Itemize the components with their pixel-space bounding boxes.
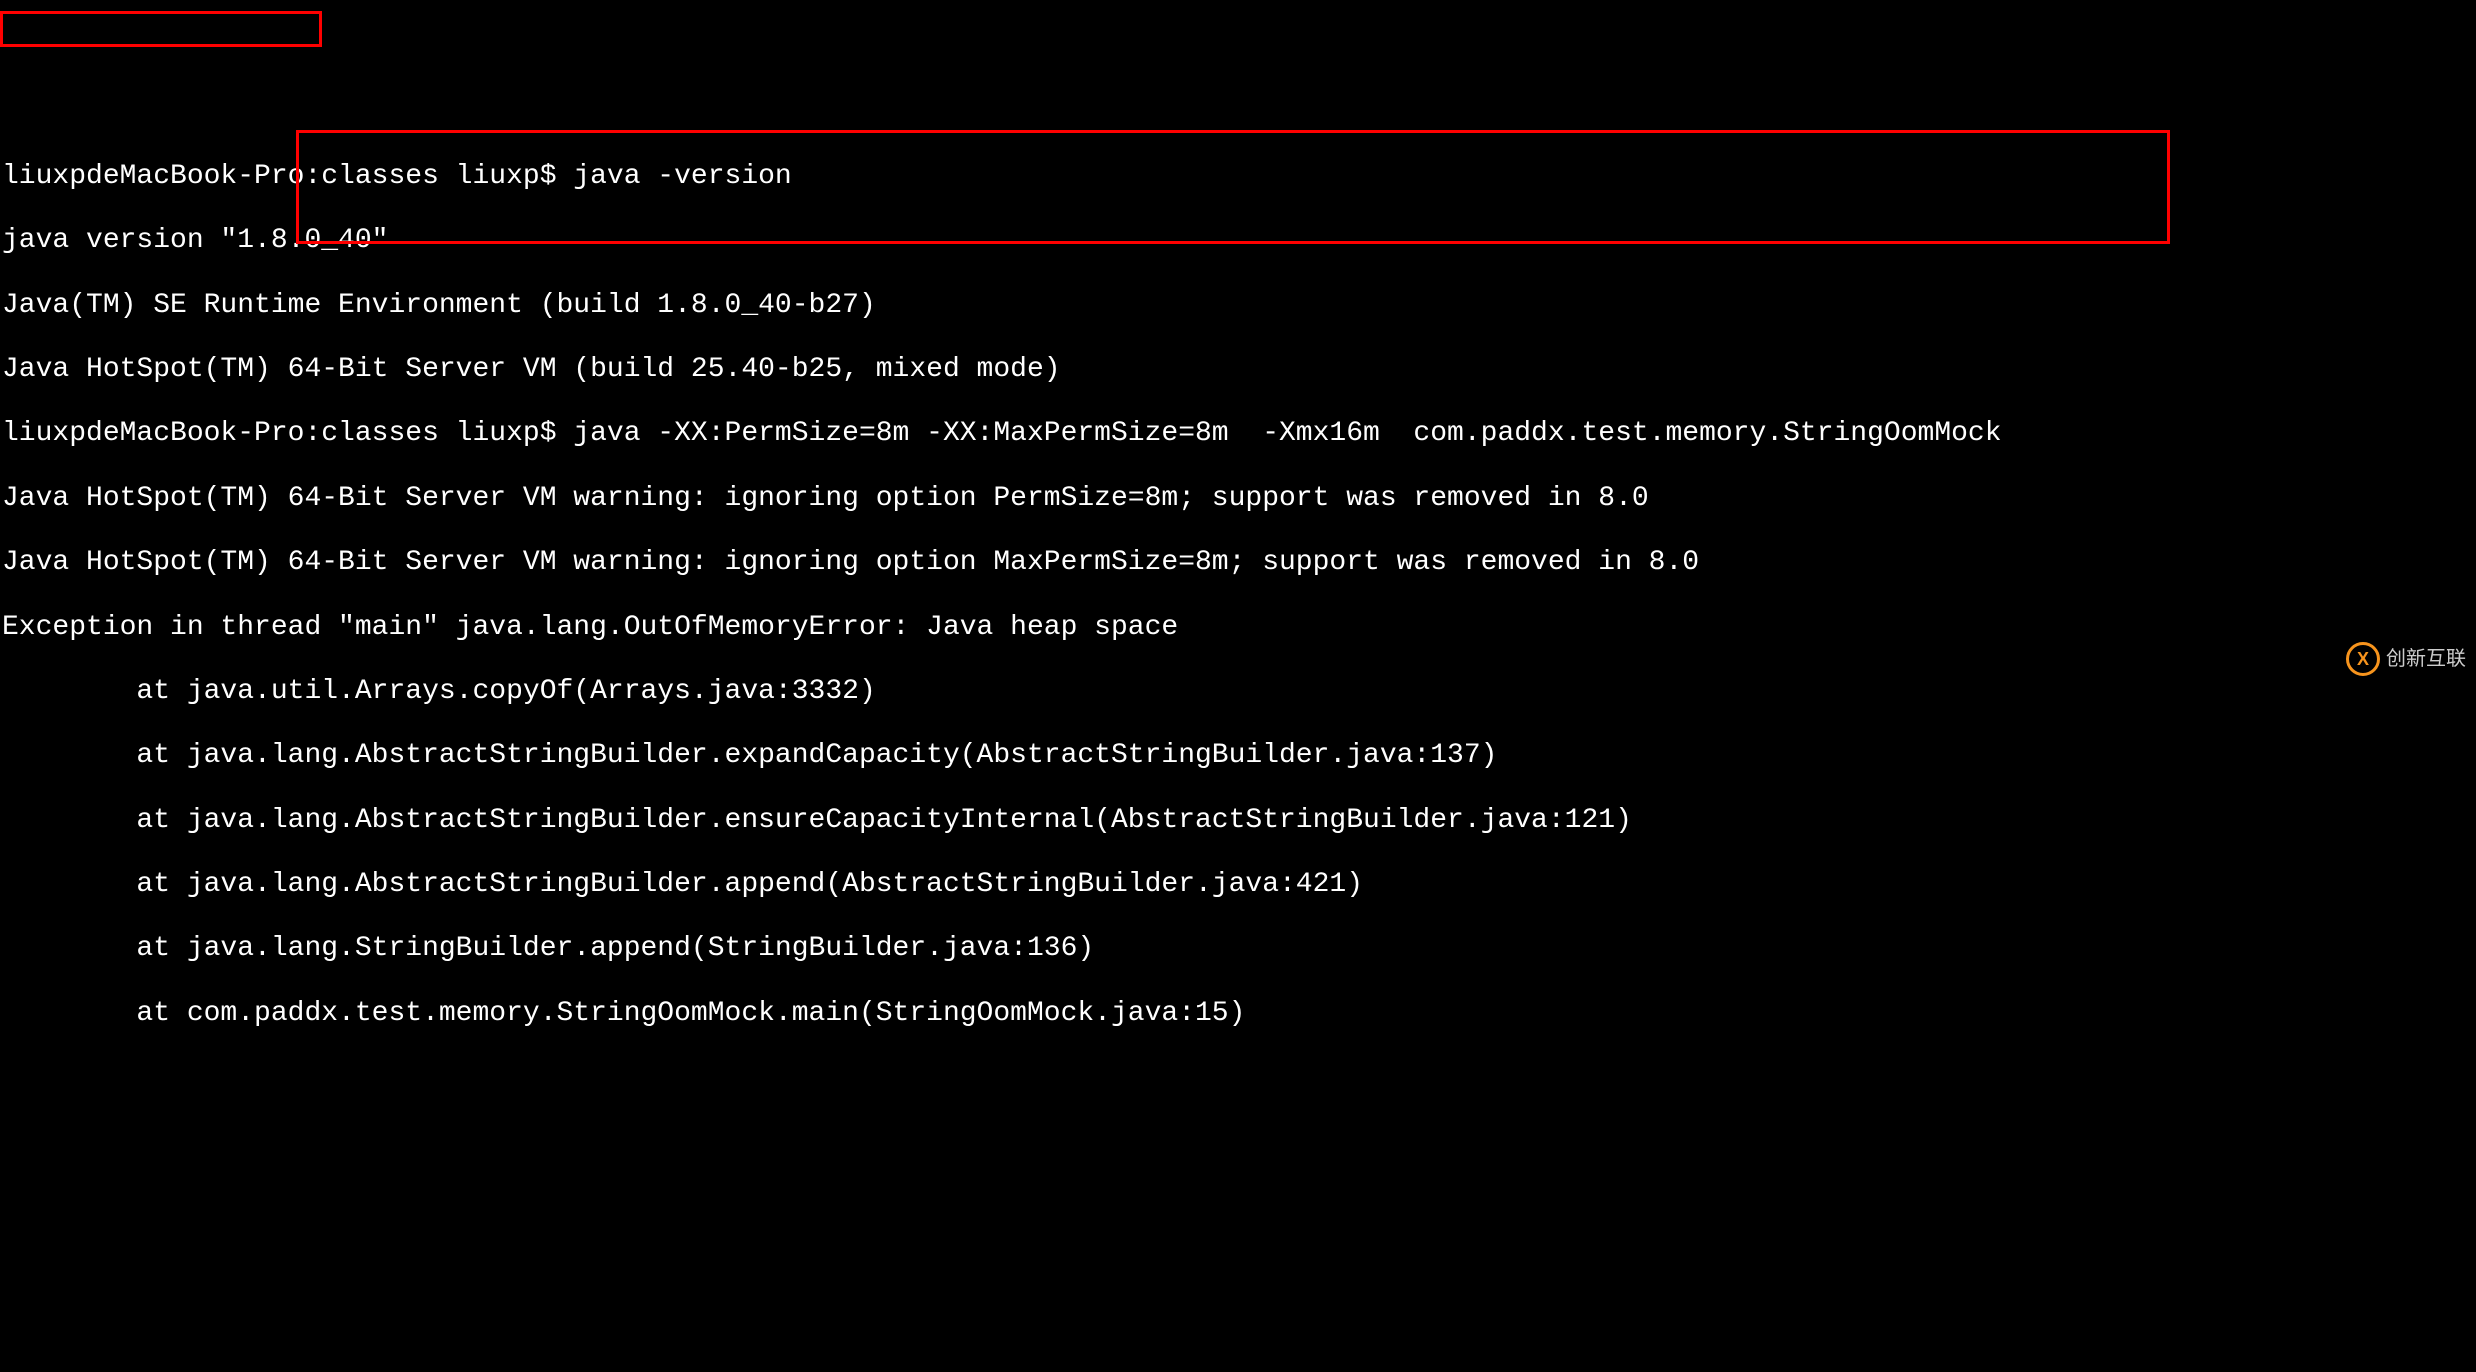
watermark-logo-icon: X: [2346, 642, 2380, 676]
watermark-text: 创新互联: [2386, 648, 2466, 671]
terminal-line: liuxpdeMacBook-Pro:classes liuxp$ java -…: [2, 418, 2474, 450]
terminal-line: Java(TM) SE Runtime Environment (build 1…: [2, 290, 2474, 322]
terminal-line: liuxpdeMacBook-Pro:classes liuxp$ java -…: [2, 161, 2474, 193]
terminal-line: at com.paddx.test.memory.StringOomMock.m…: [2, 998, 2474, 1030]
terminal-line: at java.lang.AbstractStringBuilder.expan…: [2, 740, 2474, 772]
terminal-line: Java HotSpot(TM) 64-Bit Server VM warnin…: [2, 547, 2474, 579]
terminal-line: Exception in thread "main" java.lang.Out…: [2, 612, 2474, 644]
terminal-line: at java.lang.AbstractStringBuilder.appen…: [2, 869, 2474, 901]
terminal-line: at java.lang.AbstractStringBuilder.ensur…: [2, 805, 2474, 837]
terminal-line: java version "1.8.0_40": [2, 225, 2474, 257]
terminal-line: at java.lang.StringBuilder.append(String…: [2, 933, 2474, 965]
terminal-line: Java HotSpot(TM) 64-Bit Server VM warnin…: [2, 483, 2474, 515]
terminal-line: at java.util.Arrays.copyOf(Arrays.java:3…: [2, 676, 2474, 708]
terminal-output: liuxpdeMacBook-Pro:classes liuxp$ java -…: [0, 129, 2476, 1062]
terminal-line: Java HotSpot(TM) 64-Bit Server VM (build…: [2, 354, 2474, 386]
watermark: X 创新互联: [2346, 642, 2466, 676]
highlight-box-version: [0, 11, 322, 47]
